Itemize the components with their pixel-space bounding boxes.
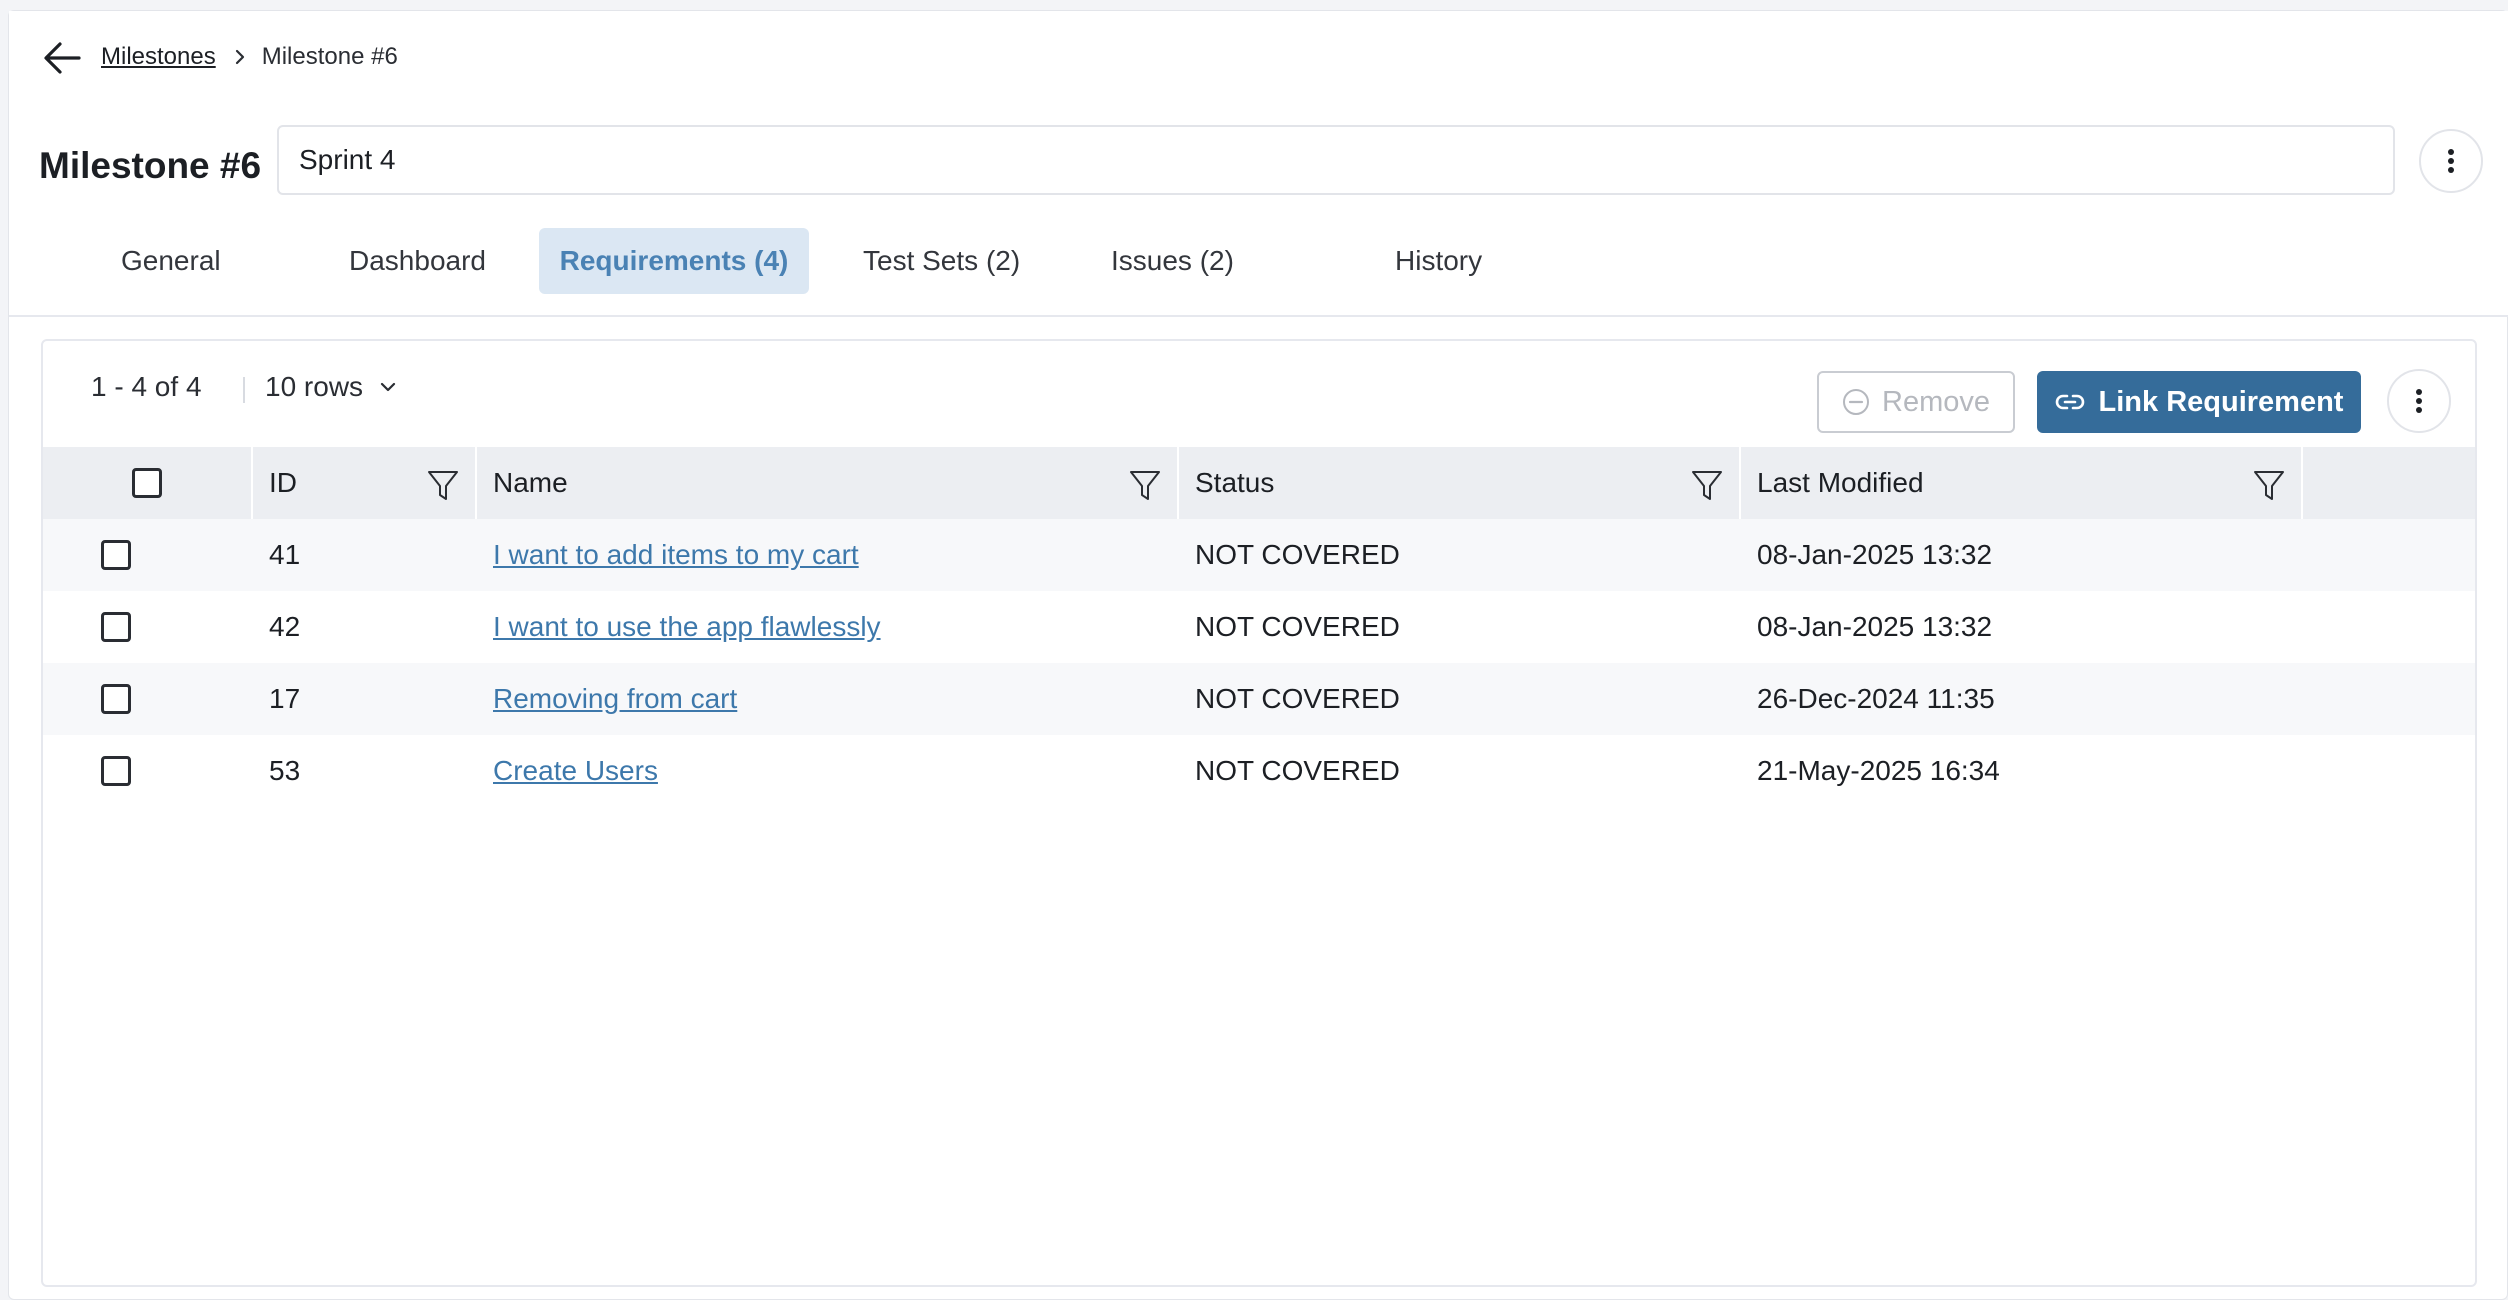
requirements-panel: 1 - 4 of 4 10 rows Remove Link Requireme… bbox=[41, 339, 2477, 1287]
minus-circle-icon bbox=[1842, 388, 1870, 416]
row-select-cell bbox=[101, 663, 131, 735]
pagination-info: 1 - 4 of 4 bbox=[91, 371, 202, 402]
rows-per-page-value: 10 rows bbox=[265, 371, 364, 402]
row-last-modified: 08-Jan-2025 13:32 bbox=[1757, 539, 1993, 570]
milestone-panel: Milestones Milestone #6 Milestone #6 Gen… bbox=[8, 10, 2508, 1300]
chevron-right-icon bbox=[234, 48, 246, 66]
column-label-id: ID bbox=[269, 467, 297, 498]
row-last-modified: 08-Jan-2025 13:32 bbox=[1757, 611, 1993, 642]
requirement-link[interactable]: I want to use the app flawlessly bbox=[493, 611, 881, 643]
link-requirement-button[interactable]: Link Requirement bbox=[2037, 371, 2361, 433]
row-status: NOT COVERED bbox=[1195, 755, 1400, 786]
row-last-modified: 26-Dec-2024 11:35 bbox=[1757, 683, 1995, 714]
breadcrumb: Milestones Milestone #6 bbox=[101, 43, 398, 71]
arrow-left-icon bbox=[44, 42, 81, 74]
milestone-name-input[interactable] bbox=[277, 125, 2395, 195]
table-row[interactable]: 41 I want to add items to my cart NOT CO… bbox=[43, 519, 2475, 591]
table-options-button[interactable] bbox=[2387, 369, 2451, 433]
row-last-modified: 21-May-2025 16:34 bbox=[1757, 755, 2000, 786]
column-label-status: Status bbox=[1195, 467, 1275, 498]
page-title: Milestone #6 bbox=[39, 145, 262, 186]
select-all-cell bbox=[43, 447, 253, 519]
tab-general[interactable]: General bbox=[101, 228, 241, 294]
tab-history[interactable]: History bbox=[1375, 228, 1502, 294]
select-all-checkbox[interactable] bbox=[132, 468, 162, 498]
row-id: 42 bbox=[269, 611, 301, 642]
row-id: 17 bbox=[269, 683, 301, 714]
table-row[interactable]: 17 Removing from cart NOT COVERED 26-Dec… bbox=[43, 663, 2475, 735]
more-vertical-icon bbox=[2448, 149, 2454, 173]
filter-icon[interactable] bbox=[425, 467, 461, 503]
column-header-id: ID bbox=[253, 447, 477, 519]
breadcrumb-current: Milestone #6 bbox=[261, 43, 398, 70]
requirement-link[interactable]: Create Users bbox=[493, 755, 658, 787]
remove-label: Remove bbox=[1882, 385, 1990, 418]
link-icon bbox=[2055, 392, 2085, 412]
divider bbox=[243, 377, 245, 403]
row-checkbox[interactable] bbox=[101, 684, 131, 714]
row-status: NOT COVERED bbox=[1195, 683, 1400, 714]
column-header-status: Status bbox=[1179, 447, 1741, 519]
row-select-cell bbox=[101, 591, 131, 663]
column-header-name: Name bbox=[477, 447, 1179, 519]
table-header: ID Name Status Last Modified bbox=[43, 447, 2475, 519]
column-label-last-modified: Last Modified bbox=[1757, 467, 1924, 498]
table-row[interactable]: 42 I want to use the app flawlessly NOT … bbox=[43, 591, 2475, 663]
row-id: 41 bbox=[269, 539, 301, 570]
row-status: NOT COVERED bbox=[1195, 539, 1400, 570]
rows-per-page-select[interactable]: 10 rows bbox=[265, 371, 397, 403]
chevron-down-icon bbox=[379, 381, 397, 393]
row-checkbox[interactable] bbox=[101, 612, 131, 642]
requirement-link[interactable]: Removing from cart bbox=[493, 683, 737, 715]
row-checkbox[interactable] bbox=[101, 756, 131, 786]
tab-dashboard[interactable]: Dashboard bbox=[329, 228, 506, 294]
link-requirement-label: Link Requirement bbox=[2098, 385, 2344, 418]
remove-button[interactable]: Remove bbox=[1817, 371, 2015, 433]
tab-issues[interactable]: Issues (2) bbox=[1091, 228, 1254, 294]
requirement-link[interactable]: I want to add items to my cart bbox=[493, 539, 859, 571]
filter-icon[interactable] bbox=[2251, 467, 2287, 503]
page-header: Milestones Milestone #6 Milestone #6 Gen… bbox=[9, 11, 2508, 317]
row-id: 53 bbox=[269, 755, 301, 786]
filter-icon[interactable] bbox=[1127, 467, 1163, 503]
tab-requirements[interactable]: Requirements (4) bbox=[539, 228, 809, 294]
filter-icon[interactable] bbox=[1689, 467, 1725, 503]
row-select-cell bbox=[101, 735, 131, 807]
table-row[interactable]: 53 Create Users NOT COVERED 21-May-2025 … bbox=[43, 735, 2475, 807]
back-button[interactable] bbox=[35, 37, 89, 79]
column-header-last-modified: Last Modified bbox=[1741, 447, 2303, 519]
more-options-button[interactable] bbox=[2419, 129, 2483, 193]
row-status: NOT COVERED bbox=[1195, 611, 1400, 642]
row-select-cell bbox=[101, 519, 131, 591]
row-checkbox[interactable] bbox=[101, 540, 131, 570]
tab-test-sets[interactable]: Test Sets (2) bbox=[843, 228, 1040, 294]
breadcrumb-milestones-link[interactable]: Milestones bbox=[101, 43, 216, 71]
more-vertical-icon bbox=[2416, 389, 2422, 413]
column-label-name: Name bbox=[493, 467, 568, 498]
